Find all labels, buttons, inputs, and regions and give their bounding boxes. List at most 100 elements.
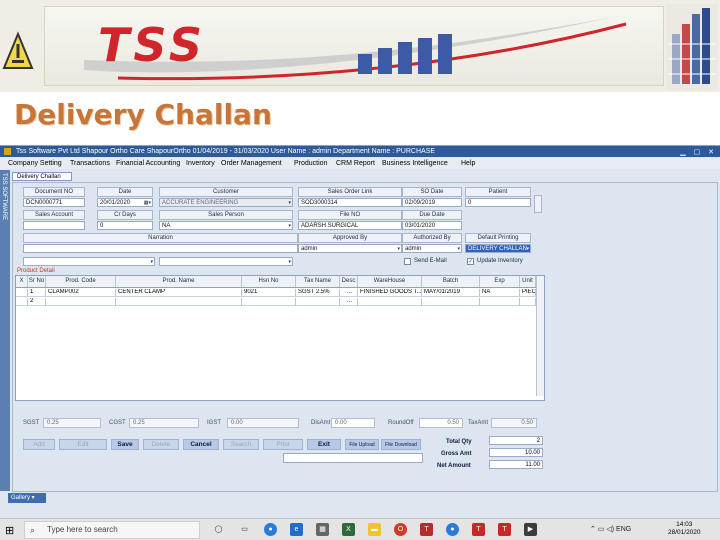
cell-prod-code[interactable] — [46, 298, 116, 306]
chevron-down-icon[interactable]: ▾ — [457, 245, 460, 252]
cell-hsn-no[interactable] — [242, 298, 296, 306]
patient-scrollbar[interactable] — [534, 195, 542, 213]
table-row[interactable]: 2 ... — [16, 298, 544, 306]
default-printing-select[interactable]: DELIVERY CHALLAN ▾ — [465, 244, 531, 253]
cell-tax-name[interactable] — [296, 298, 340, 306]
customer-field[interactable]: ACCURATE ENGINEERING ▾ — [159, 198, 293, 207]
update-inventory-checkbox[interactable]: ✓ — [467, 258, 474, 265]
clock[interactable]: 14:03 28/01/2020 — [668, 521, 701, 537]
apps-icon[interactable]: ▭ — [238, 523, 251, 536]
menu-item-business-intelligence[interactable]: Business Intelligence — [382, 158, 448, 169]
add-button[interactable]: Add — [23, 439, 55, 450]
calendar-icon[interactable]: ▦▾ — [144, 199, 151, 206]
menu-item-inventory[interactable]: Inventory — [186, 158, 215, 169]
folder-icon[interactable]: ▬ — [368, 523, 381, 536]
language-indicator[interactable]: ENG — [616, 526, 631, 533]
authorized-by-field[interactable]: admin ▾ — [402, 244, 462, 253]
cell-prod-name[interactable] — [116, 298, 242, 306]
cancel-button[interactable]: Cancel — [183, 439, 219, 450]
save-button[interactable]: Save — [111, 439, 139, 450]
sgst-label: SGST — [23, 420, 40, 426]
cell-prod-name[interactable]: CENTER CLAMP — [116, 289, 242, 297]
cell-tax-name[interactable]: SGST 2.5% — [296, 289, 340, 297]
menu-item-production[interactable]: Production — [294, 158, 327, 169]
menu-item-transactions[interactable]: Transactions — [70, 158, 110, 169]
file-no-field[interactable]: ADARSH SURGICAL — [298, 221, 402, 230]
sales-account-field[interactable] — [23, 221, 85, 230]
edge-icon[interactable]: e — [290, 523, 303, 536]
cell-remove[interactable] — [16, 289, 28, 297]
cell-exp[interactable] — [480, 298, 520, 306]
chrome-icon-2[interactable]: ● — [446, 523, 459, 536]
patient-field[interactable]: 0 — [465, 198, 531, 207]
menu-item-order-management[interactable]: Order Management — [221, 158, 282, 169]
cell-batch[interactable] — [422, 298, 480, 306]
disamt-field[interactable]: 0.00 — [331, 418, 375, 428]
task-view-icon[interactable]: ◯ — [212, 523, 225, 536]
cell-unit[interactable] — [520, 298, 536, 306]
sales-person-field[interactable]: NA ▾ — [159, 221, 293, 230]
cell-batch[interactable]: MAY/01/2019 — [422, 289, 480, 297]
print-button[interactable]: Print — [263, 439, 303, 450]
tss-app-icon[interactable]: T — [420, 523, 433, 536]
date-value: 20/01/2020 — [100, 200, 131, 206]
opera-icon[interactable]: O — [394, 523, 407, 536]
extra-dropdown-left[interactable]: ▾ — [23, 257, 155, 266]
approved-by-label: Approved By — [298, 233, 402, 243]
search-button[interactable]: Search — [223, 439, 259, 450]
grid-scrollbar[interactable] — [536, 276, 544, 396]
cell-warehouse[interactable]: FINISHED GOODS T... — [358, 289, 422, 297]
file-download-button[interactable]: File Download — [381, 439, 421, 450]
cell-unit[interactable]: PIECES — [520, 289, 536, 297]
tss-app-icon-2[interactable]: T — [472, 523, 485, 536]
excel-icon[interactable]: X — [342, 523, 355, 536]
extra-dropdown-middle[interactable]: ▾ — [159, 257, 293, 266]
date-field[interactable]: 20/01/2020 ▦▾ — [97, 198, 153, 207]
cell-desc-button[interactable]: ... — [340, 298, 358, 306]
window-controls[interactable]: ▁ ▢ ✕ — [680, 147, 717, 157]
cell-desc-button[interactable]: ... — [340, 289, 358, 297]
sales-order-link-label: Sales Order Link — [298, 187, 402, 197]
tab-delivery-challan[interactable]: Delivery Challan — [12, 172, 72, 181]
chrome-icon[interactable]: ● — [264, 523, 277, 536]
cell-hsn-no[interactable]: 9021 — [242, 289, 296, 297]
side-panel[interactable]: TSS SOFTWARE — [0, 170, 10, 491]
gallery-button[interactable]: Gallery ▾ — [8, 493, 46, 503]
menu-item-help[interactable]: Help — [461, 158, 475, 169]
cell-warehouse[interactable] — [358, 298, 422, 306]
tss-app-icon-3[interactable]: T — [498, 523, 511, 536]
calculator-icon[interactable]: ▦ — [316, 523, 329, 536]
media-icon[interactable]: ▶ — [524, 523, 537, 536]
edit-button[interactable]: Edit — [59, 439, 107, 450]
roundoff-field[interactable]: 0.50 — [419, 418, 463, 428]
chevron-down-icon[interactable]: ▾ — [288, 222, 291, 229]
table-row[interactable]: 1 CLAMP002 CENTER CLAMP 9021 SGST 2.5% .… — [16, 289, 544, 297]
due-date-field[interactable]: 03/01/2020 — [402, 221, 462, 230]
menu-item-financial-accounting[interactable]: Financial Accounting — [116, 158, 180, 169]
delete-button[interactable]: Delete — [143, 439, 179, 450]
sales-order-link-field[interactable]: SOD3000314 — [298, 198, 402, 207]
approved-by-field[interactable]: admin ▾ — [298, 244, 402, 253]
file-path-field[interactable] — [283, 453, 423, 463]
cell-remove[interactable] — [16, 298, 28, 306]
chevron-down-icon[interactable]: ▾ — [526, 245, 529, 252]
app-window: Tss Software Pvt Ltd Shapour Ortho Care … — [0, 145, 720, 520]
cr-days-field[interactable]: 0 — [97, 221, 153, 230]
narration-field[interactable] — [23, 244, 298, 253]
windows-start-icon[interactable]: ⊞ — [5, 524, 14, 537]
cell-exp[interactable]: NA — [480, 289, 520, 297]
file-upload-button[interactable]: File Upload — [345, 439, 379, 450]
so-date-field[interactable]: 02/09/2019 — [402, 198, 462, 207]
menu-item-crm-report[interactable]: CRM Report — [336, 158, 375, 169]
system-tray[interactable]: ⌃ ▭ ◁) ENG — [590, 525, 631, 533]
send-email-checkbox[interactable] — [404, 258, 411, 265]
taskbar-search[interactable]: ⌕ Type here to search — [24, 521, 200, 539]
chevron-down-icon[interactable]: ▾ — [288, 258, 291, 265]
chevron-down-icon[interactable]: ▾ — [288, 199, 291, 206]
cell-prod-code[interactable]: CLAMP002 — [46, 289, 116, 297]
chevron-down-icon[interactable]: ▾ — [397, 245, 400, 252]
document-no-field[interactable]: DCN0000771 — [23, 198, 85, 207]
exit-button[interactable]: Exit — [307, 439, 341, 450]
menu-item-company-setting[interactable]: Company Setting — [8, 158, 62, 169]
chevron-down-icon[interactable]: ▾ — [150, 258, 153, 265]
